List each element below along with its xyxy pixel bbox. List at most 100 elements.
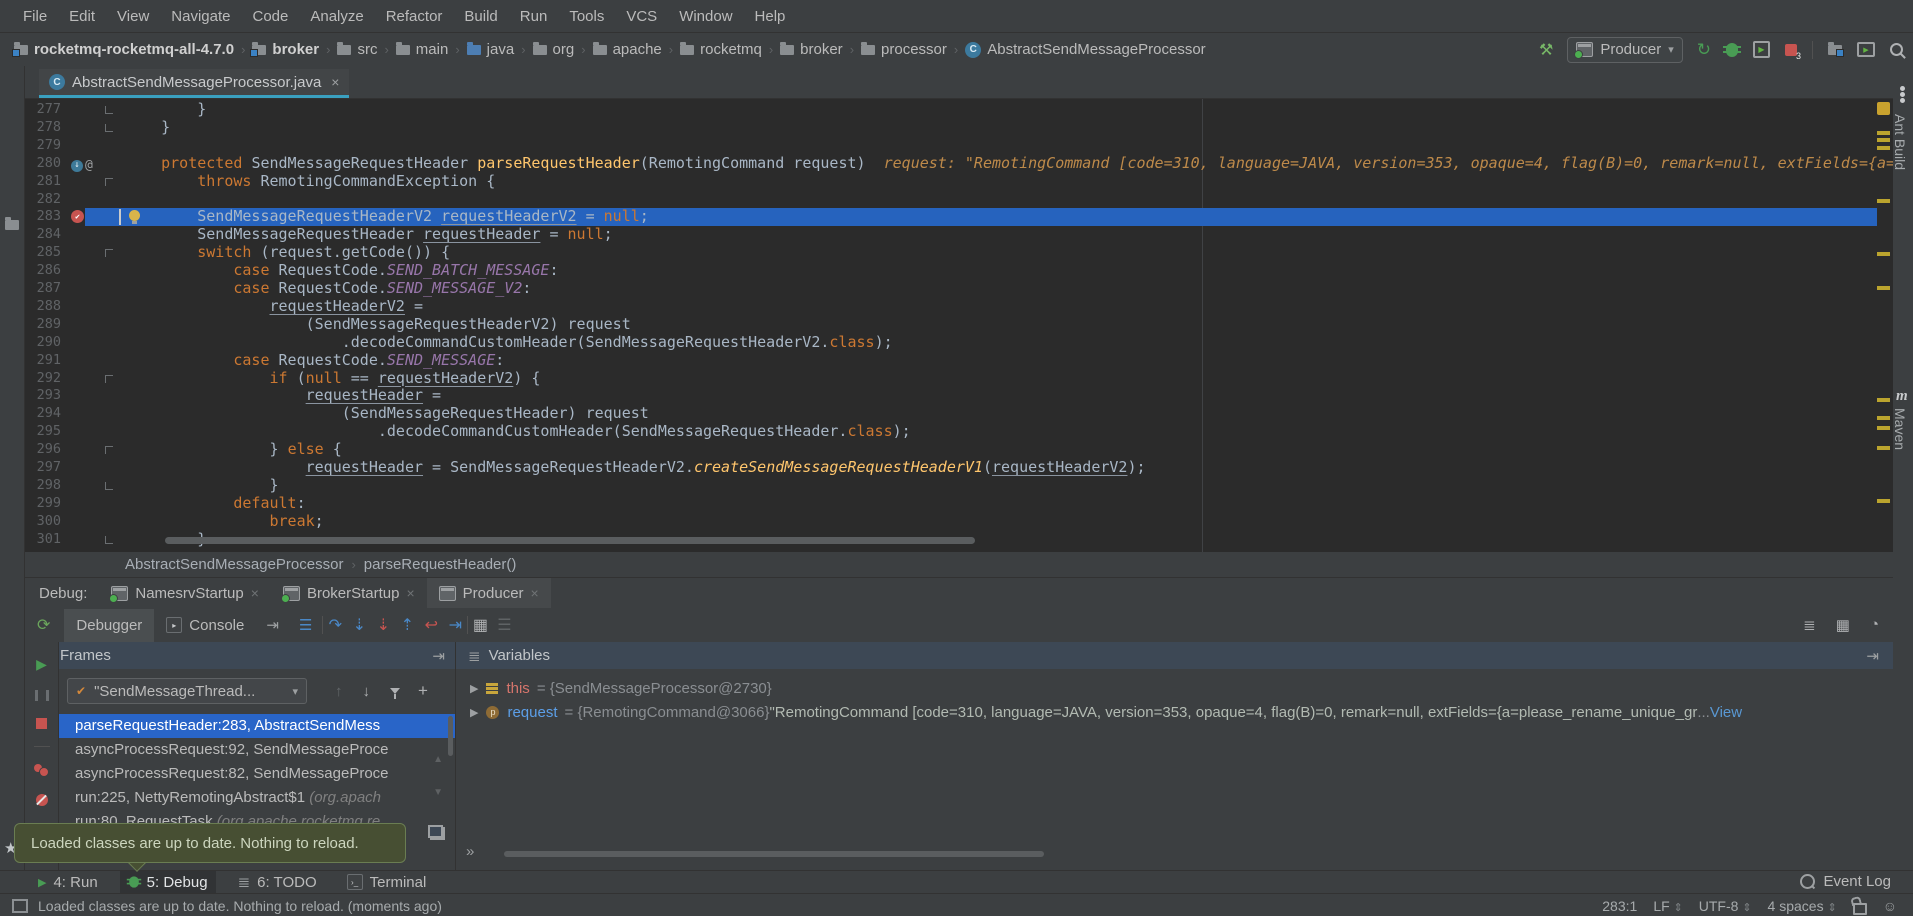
thread-dropdown[interactable]: ✔ "SendMessageThread... ▾ bbox=[67, 678, 307, 704]
tab-debugger[interactable]: Debugger bbox=[64, 609, 154, 642]
more-chevron-icon[interactable]: » bbox=[466, 843, 474, 860]
breadcrumb-item[interactable]: processor bbox=[861, 41, 947, 58]
project-folder-icon[interactable] bbox=[1828, 45, 1842, 55]
step-over-icon[interactable]: ↷ bbox=[323, 615, 347, 635]
scroll-up-icon[interactable]: ▲ bbox=[433, 754, 443, 765]
variables-scrollbar[interactable] bbox=[504, 851, 1044, 857]
line-number[interactable]: 298 bbox=[27, 477, 61, 495]
stop-icon[interactable]: 3 bbox=[1785, 44, 1797, 56]
view-breakpoints-icon[interactable] bbox=[34, 764, 49, 777]
breadcrumb-item[interactable]: CAbstractSendMessageProcessor bbox=[965, 41, 1205, 58]
evaluate-expression-icon[interactable]: ▦ bbox=[468, 615, 492, 635]
run-config-dropdown[interactable]: Producer ▾ bbox=[1567, 37, 1682, 63]
tool-button-debug[interactable]: 5: Debug bbox=[120, 871, 216, 893]
close-icon[interactable]: × bbox=[406, 585, 414, 601]
drop-frame-icon[interactable]: ↩ bbox=[419, 615, 443, 635]
breakpoint-icon[interactable]: ✔ bbox=[71, 210, 84, 223]
line-number[interactable]: 299 bbox=[27, 495, 61, 513]
next-frame-icon[interactable]: ↓ bbox=[363, 683, 371, 700]
copy-stack-icon[interactable] bbox=[430, 827, 445, 840]
line-number[interactable]: 289 bbox=[27, 316, 61, 334]
filter-icon[interactable] bbox=[390, 688, 400, 694]
menu-item-navigate[interactable]: Navigate bbox=[160, 8, 241, 25]
breadcrumb-item[interactable]: org bbox=[533, 41, 575, 58]
force-step-into-icon[interactable]: ⇣ bbox=[371, 615, 395, 635]
caret-position[interactable]: 283:1 bbox=[1602, 898, 1637, 914]
line-number[interactable]: 293 bbox=[27, 387, 61, 405]
previous-frame-icon[interactable]: ↑ bbox=[335, 683, 343, 700]
horizontal-scrollbar[interactable] bbox=[165, 537, 975, 544]
line-number[interactable]: 282 bbox=[27, 191, 61, 209]
hector-icon[interactable]: ☺ bbox=[1883, 898, 1897, 914]
indent-selector[interactable]: 4 spaces ⇕ bbox=[1768, 898, 1837, 914]
line-number[interactable]: 287 bbox=[27, 280, 61, 298]
session-tab-producer[interactable]: Producer× bbox=[427, 578, 551, 608]
menu-item-run[interactable]: Run bbox=[509, 8, 559, 25]
encoding-selector[interactable]: UTF-8 ⇕ bbox=[1699, 898, 1752, 914]
pause-icon[interactable] bbox=[35, 690, 49, 701]
menu-item-tools[interactable]: Tools bbox=[558, 8, 615, 25]
inspections-indicator[interactable] bbox=[1877, 102, 1890, 115]
close-icon[interactable]: × bbox=[251, 585, 259, 601]
line-number[interactable]: 296 bbox=[27, 441, 61, 459]
overridden-marker-icon[interactable]: ↓ bbox=[71, 160, 83, 172]
line-number[interactable]: 279 bbox=[27, 137, 61, 155]
step-out-icon[interactable]: ⇡ bbox=[395, 615, 419, 635]
event-log-button[interactable]: Event Log bbox=[1800, 870, 1891, 892]
threads-view-icon[interactable]: ≣ bbox=[1803, 616, 1816, 634]
line-number[interactable]: 290 bbox=[27, 334, 61, 352]
line-number[interactable]: 283 bbox=[27, 208, 61, 226]
code-editor[interactable]: 277 }278 }279280↓@ protected SendMessage… bbox=[25, 99, 1893, 552]
menu-item-vcs[interactable]: VCS bbox=[615, 8, 668, 25]
show-execution-point-icon[interactable]: ⇥ bbox=[266, 616, 279, 634]
menu-item-help[interactable]: Help bbox=[744, 8, 797, 25]
fold-marker[interactable] bbox=[105, 124, 113, 132]
breadcrumb-item[interactable]: broker bbox=[780, 41, 843, 58]
close-icon[interactable]: × bbox=[531, 585, 539, 601]
line-number[interactable]: 281 bbox=[27, 173, 61, 191]
muted-settings-icon[interactable]: ☰ bbox=[492, 615, 516, 635]
tool-button-todo[interactable]: ≣6: TODO bbox=[230, 871, 325, 893]
menu-item-refactor[interactable]: Refactor bbox=[375, 8, 454, 25]
line-number[interactable]: 284 bbox=[27, 226, 61, 244]
line-number[interactable]: 278 bbox=[27, 119, 61, 137]
tab-console[interactable]: ▸Console bbox=[154, 609, 256, 642]
breadcrumb-item[interactable]: java bbox=[467, 41, 515, 58]
run-to-cursor-icon[interactable]: ⇥ bbox=[443, 615, 467, 635]
tool-button-maven[interactable]: Maven bbox=[1892, 408, 1908, 450]
stack-frame-row[interactable]: asyncProcessRequest:92, SendMessageProce bbox=[59, 738, 455, 762]
tool-button-terminal[interactable]: ›_Terminal bbox=[339, 871, 435, 893]
fold-marker[interactable] bbox=[105, 375, 113, 383]
fold-marker[interactable] bbox=[105, 446, 113, 454]
menu-item-build[interactable]: Build bbox=[453, 8, 508, 25]
coverage-icon[interactable]: ▶ bbox=[1753, 41, 1770, 58]
fold-marker[interactable] bbox=[105, 106, 113, 114]
stack-frame-row[interactable]: parseRequestHeader:283, AbstractSendMess bbox=[59, 714, 455, 738]
line-number[interactable]: 291 bbox=[27, 352, 61, 370]
rerun-icon[interactable]: ↻ bbox=[1697, 40, 1711, 60]
view-link[interactable]: View bbox=[1710, 704, 1742, 721]
line-number[interactable]: 288 bbox=[27, 298, 61, 316]
expand-icon[interactable]: ▶ bbox=[470, 682, 478, 695]
line-number[interactable]: 292 bbox=[27, 370, 61, 388]
frames-scrollbar[interactable] bbox=[448, 716, 453, 756]
add-icon[interactable]: + bbox=[418, 681, 428, 701]
breadcrumb-class[interactable]: AbstractSendMessageProcessor bbox=[125, 556, 343, 573]
editor-tab[interactable]: C AbstractSendMessageProcessor.java × bbox=[39, 69, 349, 98]
breadcrumb-item[interactable]: rocketmq bbox=[680, 41, 762, 58]
line-number[interactable]: 285 bbox=[27, 244, 61, 262]
session-tab-brokerstartup[interactable]: BrokerStartup× bbox=[271, 578, 427, 608]
close-icon[interactable]: × bbox=[331, 74, 339, 90]
menu-item-file[interactable]: File bbox=[12, 8, 58, 25]
expand-icon[interactable]: ▶ bbox=[470, 706, 478, 719]
menu-item-analyze[interactable]: Analyze bbox=[299, 8, 374, 25]
fold-marker[interactable] bbox=[105, 482, 113, 490]
toolwindow-toggle-icon[interactable] bbox=[12, 899, 28, 913]
mute-breakpoints-icon[interactable] bbox=[36, 794, 48, 806]
search-everywhere-icon[interactable] bbox=[1890, 43, 1903, 56]
focus-frame-icon[interactable]: ⇥ bbox=[432, 647, 445, 665]
variable-row[interactable]: ▶this= {SendMessageProcessor@2730} bbox=[456, 676, 1893, 700]
line-number[interactable]: 277 bbox=[27, 101, 61, 119]
fold-marker[interactable] bbox=[105, 178, 113, 186]
scroll-down-icon[interactable]: ▼ bbox=[433, 787, 443, 798]
